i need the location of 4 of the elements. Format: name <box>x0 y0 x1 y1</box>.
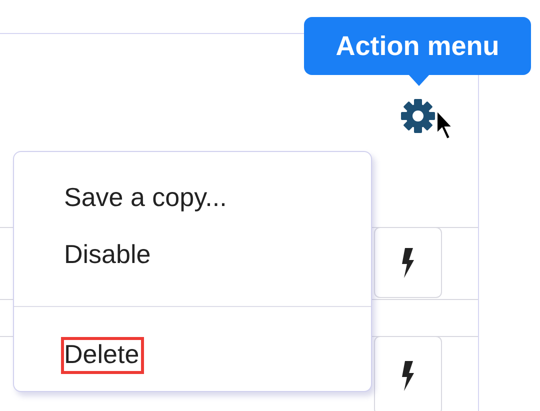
menu-item[interactable]: Disable <box>61 236 156 274</box>
tooltip: Action menu <box>304 17 531 75</box>
menu-item[interactable]: Delete <box>61 336 144 374</box>
menu-item[interactable]: Save a copy... <box>61 180 232 218</box>
